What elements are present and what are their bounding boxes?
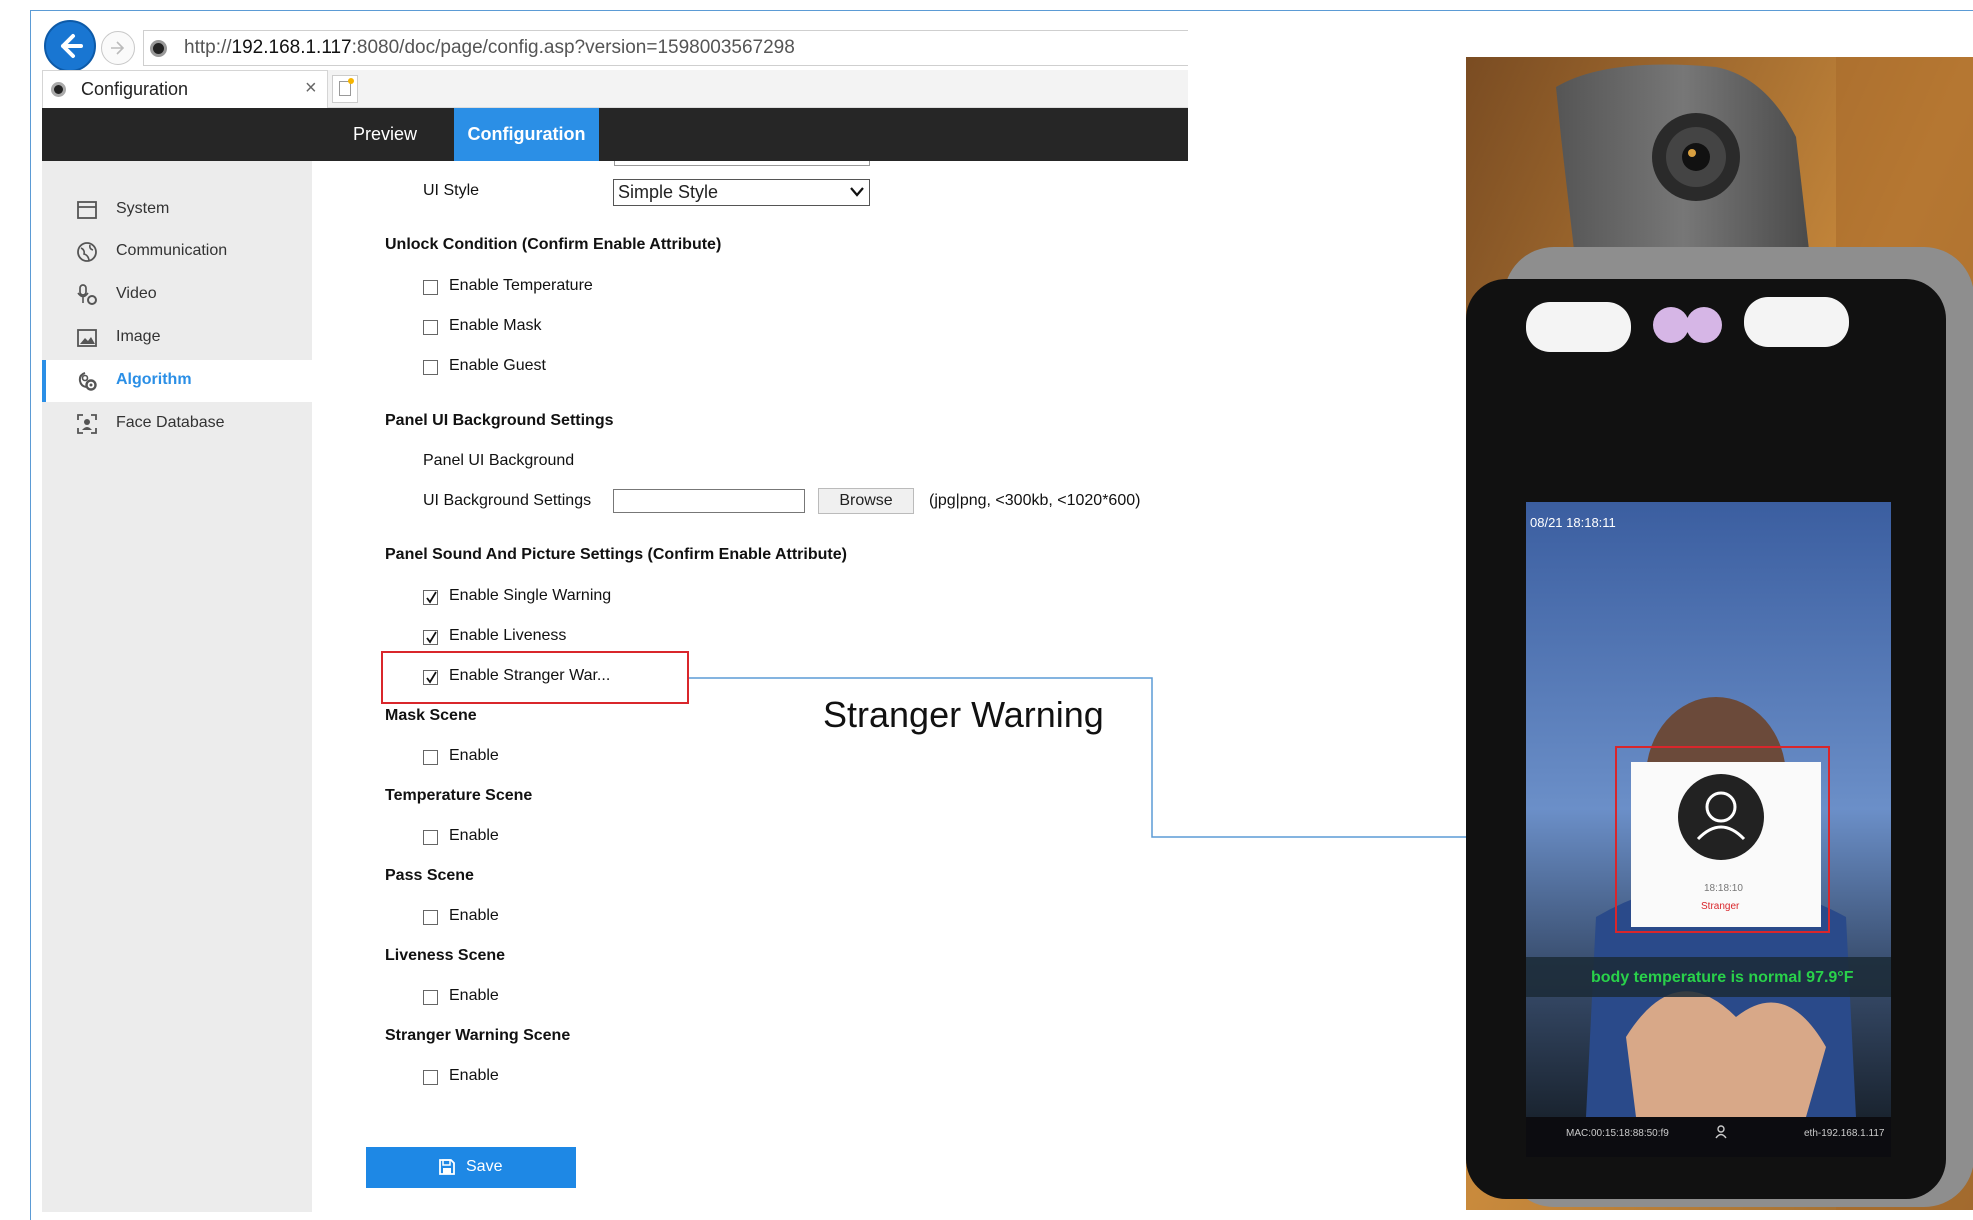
sidebar: System Communication Video Image Algorit… — [42, 161, 312, 1212]
sidebar-item-label: Video — [116, 285, 157, 302]
temperature-scene-enable-checkbox[interactable] — [423, 830, 438, 845]
device-photo-drawing — [1466, 57, 1973, 1210]
enable-guest-label: Enable Guest — [449, 357, 546, 374]
enable-temperature-checkbox[interactable] — [423, 280, 438, 295]
sidebar-item-label: Communication — [116, 242, 228, 259]
enable-guest-checkbox[interactable] — [423, 360, 438, 375]
stranger-warning-scene-heading: Stranger Warning Scene — [385, 1027, 571, 1044]
save-button[interactable]: Save — [366, 1147, 576, 1188]
clipped-field — [614, 161, 870, 166]
temperature-scene-heading: Temperature Scene — [385, 787, 533, 804]
pass-scene-enable-label: Enable — [449, 907, 499, 924]
screenshot-stage: http://192.168.1.117:8080/doc/page/confi… — [0, 0, 1973, 1220]
sidebar-item-label: Face Database — [116, 414, 225, 431]
browser-tab-strip: Configuration × — [42, 70, 1188, 108]
arrow-right-icon — [111, 41, 125, 55]
enable-liveness-checkbox[interactable] — [423, 630, 438, 645]
device-popup-time: 18:18:10 — [1704, 883, 1743, 894]
pass-scene-enable-checkbox[interactable] — [423, 910, 438, 925]
ui-style-label: UI Style — [423, 182, 480, 199]
liveness-scene-enable-checkbox[interactable] — [423, 990, 438, 1005]
save-label: Save — [466, 1158, 503, 1175]
checkmark-icon — [426, 591, 437, 604]
sidebar-item-video[interactable]: Video — [42, 274, 312, 316]
device-network: eth-192.168.1.117 — [1804, 1128, 1885, 1139]
tab-site-icon — [51, 82, 66, 97]
close-icon[interactable]: × — [305, 77, 317, 100]
device-popup-status: Stranger — [1701, 901, 1740, 912]
app-header: Preview Configuration — [42, 108, 1188, 161]
stranger-warning-callout: Stranger Warning — [823, 694, 1104, 735]
forward-button[interactable] — [101, 31, 135, 65]
file-format-hint: (jpg|png, <300kb, <1020*600) — [929, 492, 1141, 509]
unlock-condition-heading: Unlock Condition (Confirm Enable Attribu… — [385, 236, 722, 253]
sidebar-item-label: Algorithm — [116, 371, 192, 388]
window-icon — [77, 201, 97, 219]
enable-mask-checkbox[interactable] — [423, 320, 438, 335]
device-photo: 08/21 18:18:11 18:18:10 Stranger body te… — [1466, 57, 1973, 1210]
pass-scene-heading: Pass Scene — [385, 867, 474, 884]
enable-temperature-label: Enable Temperature — [449, 277, 593, 294]
panel-ui-background-heading: Panel UI Background Settings — [385, 412, 614, 429]
address-bar[interactable]: http://192.168.1.117:8080/doc/page/confi… — [143, 30, 1188, 66]
tab-configuration[interactable]: Configuration — [454, 108, 599, 161]
enable-mask-label: Enable Mask — [449, 317, 542, 334]
algorithm-gear-icon — [78, 372, 97, 391]
device-temperature-message: body temperature is normal 97.9°F — [1591, 969, 1854, 986]
new-tab-button[interactable] — [332, 75, 358, 103]
ui-style-value: Simple Style — [618, 182, 719, 202]
tab-preview[interactable]: Preview — [330, 108, 440, 161]
enable-single-warning-checkbox[interactable] — [423, 590, 438, 605]
mask-scene-enable-checkbox[interactable] — [423, 750, 438, 765]
browse-button[interactable]: Browse — [818, 488, 914, 514]
sidebar-item-image[interactable]: Image — [42, 317, 312, 359]
enable-single-warning-label: Enable Single Warning — [449, 587, 612, 604]
sidebar-item-communication[interactable]: Communication — [42, 231, 312, 273]
stranger-warning-highlight — [381, 651, 689, 704]
sidebar-item-algorithm[interactable]: Algorithm — [42, 360, 312, 402]
sidebar-item-label: System — [116, 200, 170, 217]
site-icon — [150, 40, 167, 57]
chevron-down-icon — [850, 187, 864, 197]
url-text: http://192.168.1.117:8080/doc/page/confi… — [184, 37, 795, 58]
face-frame-icon — [77, 414, 97, 434]
device-mac: MAC:00:15:18:88:50:f9 — [1566, 1128, 1669, 1139]
new-page-icon — [339, 78, 354, 96]
person-icon — [1715, 1125, 1727, 1139]
mask-scene-heading: Mask Scene — [385, 707, 477, 724]
liveness-scene-heading: Liveness Scene — [385, 947, 506, 964]
arrow-left-icon — [61, 34, 83, 58]
ui-style-select[interactable]: Simple Style — [613, 179, 870, 206]
liveness-scene-enable-label: Enable — [449, 987, 499, 1004]
sidebar-item-label: Image — [116, 328, 161, 345]
device-timestamp: 08/21 18:18:11 — [1530, 515, 1616, 530]
back-button[interactable] — [44, 20, 96, 72]
picture-icon — [77, 329, 97, 347]
sidebar-item-system[interactable]: System — [42, 189, 312, 231]
browser-tab[interactable]: Configuration × — [42, 70, 328, 108]
mask-scene-enable-label: Enable — [449, 747, 499, 764]
globe-icon — [77, 242, 97, 262]
checkmark-icon — [426, 631, 437, 644]
ui-background-settings-label: UI Background Settings — [423, 492, 592, 509]
enable-liveness-label: Enable Liveness — [449, 627, 567, 644]
floppy-disk-icon — [439, 1159, 455, 1175]
temperature-scene-enable-label: Enable — [449, 827, 499, 844]
stranger-warning-scene-enable-checkbox[interactable] — [423, 1070, 438, 1085]
microphone-camera-icon — [77, 284, 97, 305]
sidebar-item-face-database[interactable]: Face Database — [42, 403, 312, 445]
tab-title: Configuration — [81, 79, 189, 99]
background-file-input[interactable] — [613, 489, 805, 513]
panel-ui-background-label: Panel UI Background — [423, 452, 575, 469]
sound-picture-heading: Panel Sound And Picture Settings (Confir… — [385, 546, 847, 563]
stranger-warning-scene-enable-label: Enable — [449, 1067, 499, 1084]
